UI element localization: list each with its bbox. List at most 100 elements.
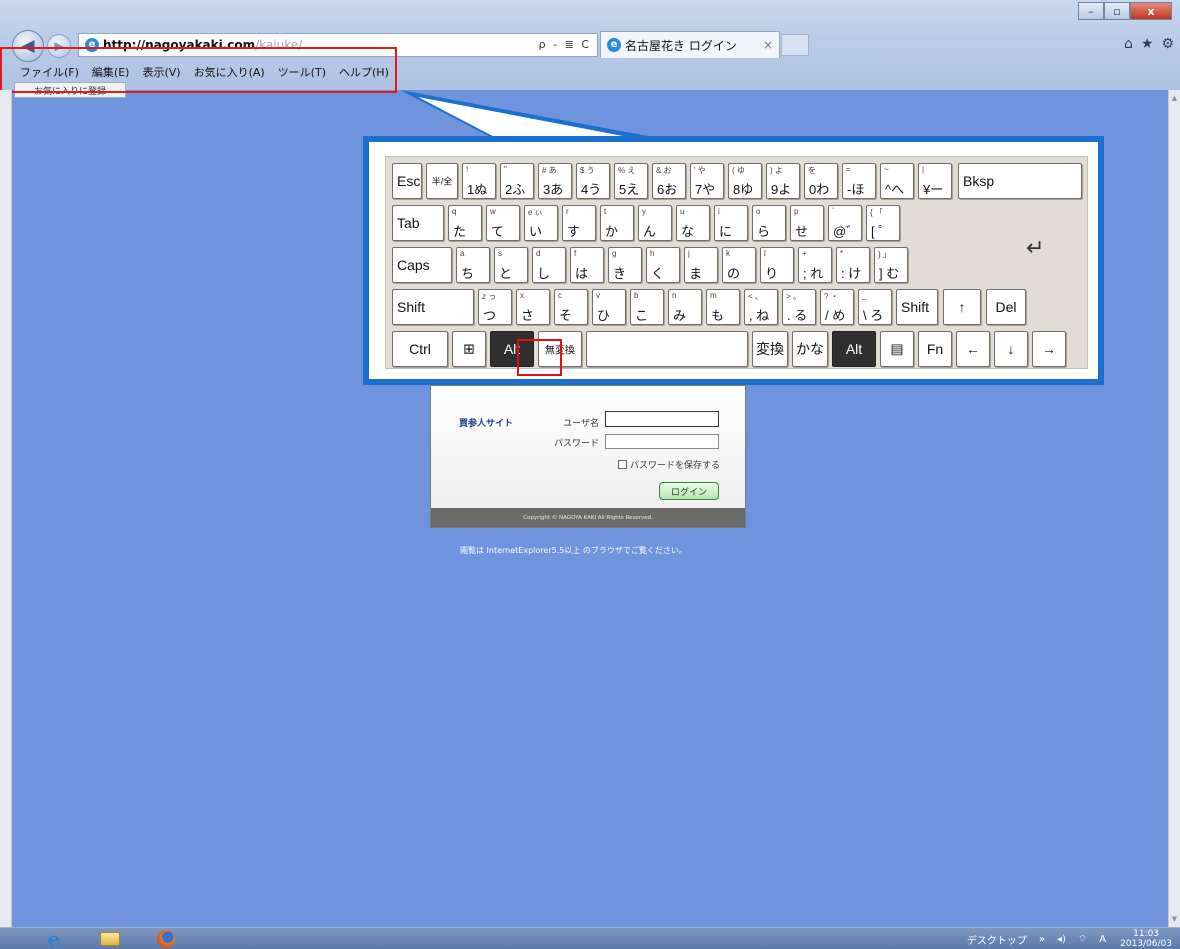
key-label: ↑: [958, 299, 966, 315]
key-row5-5[interactable]: 変換: [752, 331, 788, 367]
key-row3-2[interactable]: sと: [494, 247, 528, 283]
key-row4-11[interactable]: _ \ ろ: [858, 289, 892, 325]
key-kana-label: , ね: [749, 308, 770, 323]
key-kana-label: ら: [757, 224, 771, 239]
key-row1-15[interactable]: Bksp: [958, 163, 1082, 199]
key-row3-6[interactable]: hく: [646, 247, 680, 283]
key-row4-9[interactable]: > 。 . る: [782, 289, 816, 325]
key-row5-4[interactable]: [586, 331, 748, 367]
key-row5-8[interactable]: ▤: [880, 331, 914, 367]
key-row1-6[interactable]: % え 5え: [614, 163, 648, 199]
clock[interactable]: 11:03 2013/06/03: [1120, 929, 1172, 949]
key-row1-1[interactable]: 半/全: [426, 163, 458, 199]
password-field[interactable]: [605, 434, 719, 449]
key-row5-1[interactable]: ⊞: [452, 331, 486, 367]
key-row3-10[interactable]: + ; れ: [798, 247, 832, 283]
key-row2-3[interactable]: e ぃい: [524, 205, 558, 241]
key-row5-9[interactable]: Fn: [918, 331, 952, 367]
key-kana-label: も: [711, 308, 725, 323]
desktop-toolbar-label[interactable]: デスクトップ: [967, 932, 1027, 947]
save-password-checkbox[interactable]: パスワードを保存する: [618, 458, 720, 471]
key-shift-label: t: [604, 207, 607, 216]
key-row3-12[interactable]: } 」] む: [874, 247, 908, 283]
key-row2-5[interactable]: tか: [600, 205, 634, 241]
key-kana-label: ; れ: [803, 266, 824, 281]
ime-indicator[interactable]: A: [1099, 934, 1106, 945]
login-button[interactable]: ログイン: [659, 482, 719, 500]
key-row3-5[interactable]: gき: [608, 247, 642, 283]
key-row4-2[interactable]: xさ: [516, 289, 550, 325]
key-row2-11[interactable]: ` @゛: [828, 205, 862, 241]
key-row4-7[interactable]: mも: [706, 289, 740, 325]
key-row1-8[interactable]: ' や 7や: [690, 163, 724, 199]
key-row3-7[interactable]: jま: [684, 247, 718, 283]
key-row1-3[interactable]: " 2ふ: [500, 163, 534, 199]
key-row2-4[interactable]: rす: [562, 205, 596, 241]
key-row1-0[interactable]: Esc: [392, 163, 422, 199]
key-row5-7[interactable]: Alt: [832, 331, 876, 367]
key-row2-0[interactable]: Tab: [392, 205, 444, 241]
username-field[interactable]: [605, 411, 719, 427]
key-row4-3[interactable]: cそ: [554, 289, 588, 325]
key-row3-11[interactable]: *: け: [836, 247, 870, 283]
key-row1-13[interactable]: ~ ^へ: [880, 163, 914, 199]
volume-icon[interactable]: ◂): [1057, 934, 1066, 945]
network-icon[interactable]: ⌔: [1078, 933, 1087, 946]
key-shift-label: ": [504, 165, 507, 174]
key-row2-8[interactable]: iに: [714, 205, 748, 241]
file-explorer-icon[interactable]: [96, 929, 124, 949]
key-row1-9[interactable]: ( ゆ 8ゆ: [728, 163, 762, 199]
key-label: ▤: [890, 340, 904, 357]
key-row4-5[interactable]: bこ: [630, 289, 664, 325]
key-row4-12[interactable]: Shift: [896, 289, 938, 325]
key-shift-label: i: [718, 207, 720, 216]
key-row2-1[interactable]: qた: [448, 205, 482, 241]
key-row1-4[interactable]: # あ 3あ: [538, 163, 572, 199]
key-row5-0[interactable]: Ctrl: [392, 331, 448, 367]
key-row2-10[interactable]: pせ: [790, 205, 824, 241]
key-row2-2[interactable]: wて: [486, 205, 520, 241]
key-shift-label: を: [808, 166, 816, 175]
key-row4-6[interactable]: nみ: [668, 289, 702, 325]
key-row1-14[interactable]: | ¥ー: [918, 163, 952, 199]
key-row1-12[interactable]: = -ほ: [842, 163, 876, 199]
key-row2-7[interactable]: uな: [676, 205, 710, 241]
key-row2-6[interactable]: yん: [638, 205, 672, 241]
key-row4-4[interactable]: vひ: [592, 289, 626, 325]
password-label: パスワード: [553, 439, 599, 449]
key-row3-3[interactable]: dし: [532, 247, 566, 283]
key-kana-label: か: [605, 224, 619, 239]
key-row2-9[interactable]: oら: [752, 205, 786, 241]
key-row5-11[interactable]: ↓: [994, 331, 1028, 367]
key-row4-10[interactable]: ? ・ / め: [820, 289, 854, 325]
enter-key-arrow-icon[interactable]: ↵: [1026, 236, 1044, 261]
key-row5-12[interactable]: →: [1032, 331, 1066, 367]
internet-explorer-icon[interactable]: e: [40, 927, 68, 949]
key-row5-10[interactable]: ←: [956, 331, 990, 367]
firefox-icon[interactable]: [152, 929, 180, 949]
key-row4-13[interactable]: ↑: [943, 289, 981, 325]
key-label: ↓: [1007, 341, 1015, 357]
key-shift-label: l: [764, 249, 766, 258]
key-row4-8[interactable]: < 、 , ね: [744, 289, 778, 325]
key-row3-0[interactable]: Caps: [392, 247, 452, 283]
key-row1-11[interactable]: を 0わ: [804, 163, 838, 199]
key-row3-4[interactable]: fは: [570, 247, 604, 283]
key-row1-2[interactable]: ! 1ぬ: [462, 163, 496, 199]
key-row4-14[interactable]: Del: [986, 289, 1026, 325]
chevron-right-icon[interactable]: »: [1039, 934, 1045, 945]
key-kana-label: . る: [787, 308, 808, 323]
key-row5-6[interactable]: かな: [792, 331, 828, 367]
key-row4-0[interactable]: Shift: [392, 289, 474, 325]
key-row2-12[interactable]: { 「 [ ゜: [866, 205, 900, 241]
key-row4-1[interactable]: z っつ: [478, 289, 512, 325]
key-kana-label: つ: [483, 308, 497, 323]
key-row1-7[interactable]: & お 6お: [652, 163, 686, 199]
key-label: Tab: [397, 215, 420, 231]
key-row1-10[interactable]: ) よ 9よ: [766, 163, 800, 199]
checkbox-icon[interactable]: [618, 460, 627, 469]
key-row3-8[interactable]: kの: [722, 247, 756, 283]
key-row3-9[interactable]: lり: [760, 247, 794, 283]
key-row1-5[interactable]: $ う 4う: [576, 163, 610, 199]
key-row3-1[interactable]: aち: [456, 247, 490, 283]
